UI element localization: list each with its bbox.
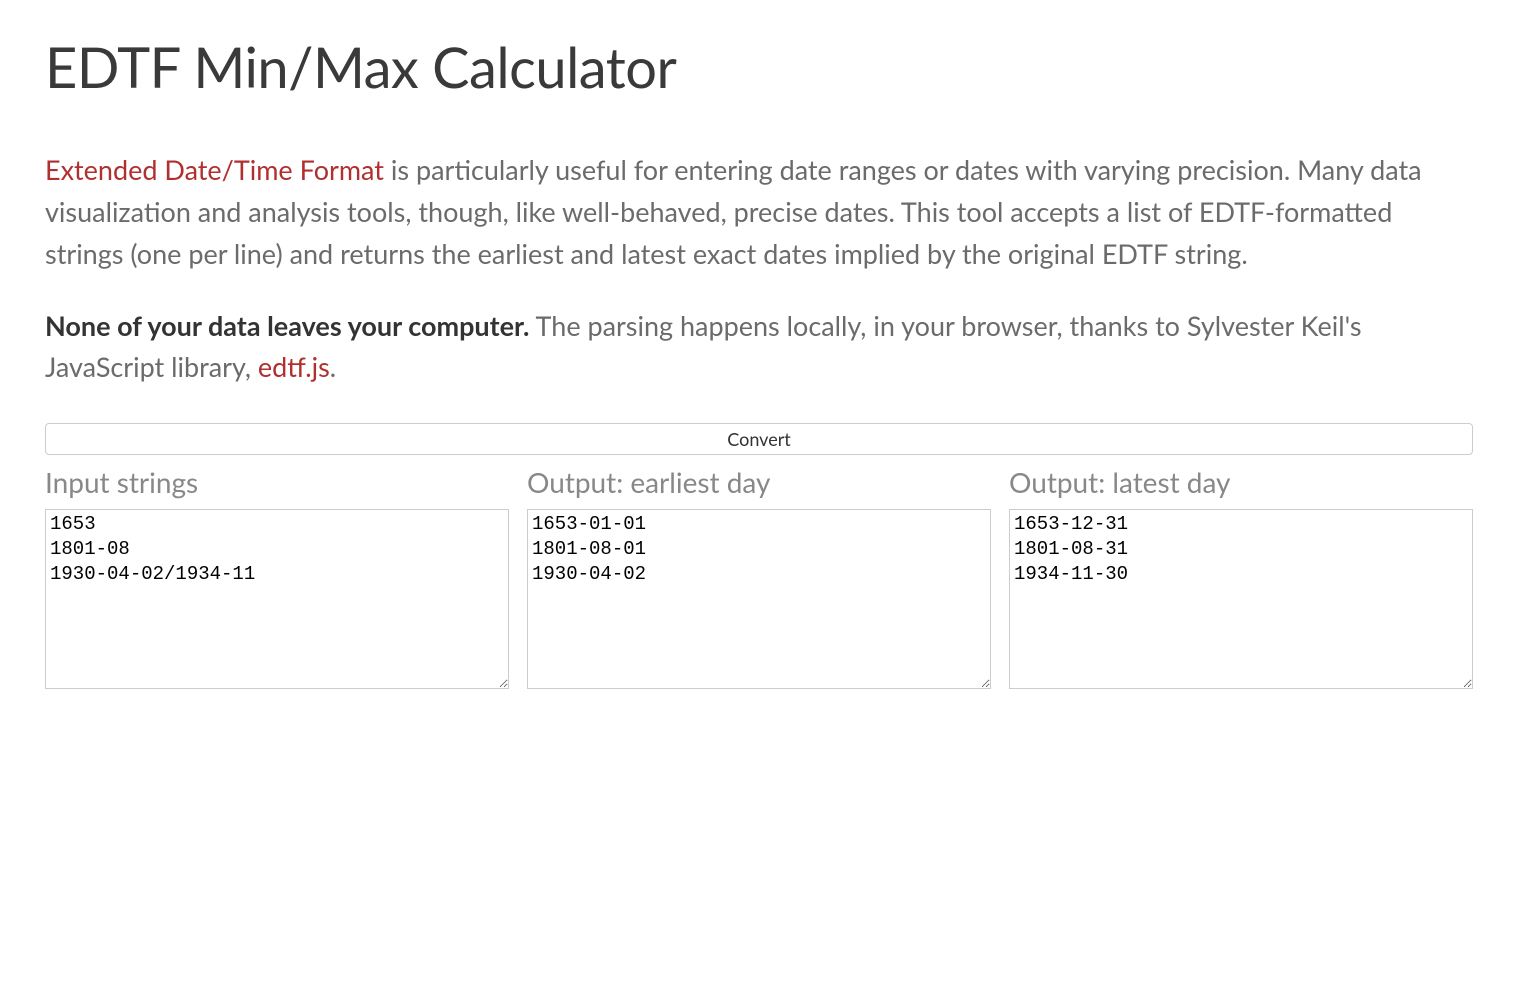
privacy-paragraph: None of your data leaves your computer. … [45,305,1473,389]
privacy-after: . [330,350,336,383]
privacy-bold: None of your data leaves your computer. [45,309,529,342]
latest-header: Output: latest day [1009,461,1473,503]
input-header: Input strings [45,461,509,503]
intro-paragraph: Extended Date/Time Format is particularl… [45,149,1473,275]
earliest-header: Output: earliest day [527,461,991,503]
edtf-link[interactable]: Extended Date/Time Format [45,153,384,186]
page-title: EDTF Min/Max Calculator [45,25,1473,109]
latest-textarea[interactable] [1009,509,1473,689]
convert-button[interactable]: Convert [45,423,1473,455]
input-column: Input strings [45,461,509,696]
earliest-textarea[interactable] [527,509,991,689]
columns-container: Input strings Output: earliest day Outpu… [45,461,1473,696]
input-textarea[interactable] [45,509,509,689]
edtfjs-link[interactable]: edtf.js [258,350,330,383]
earliest-column: Output: earliest day [527,461,991,696]
latest-column: Output: latest day [1009,461,1473,696]
